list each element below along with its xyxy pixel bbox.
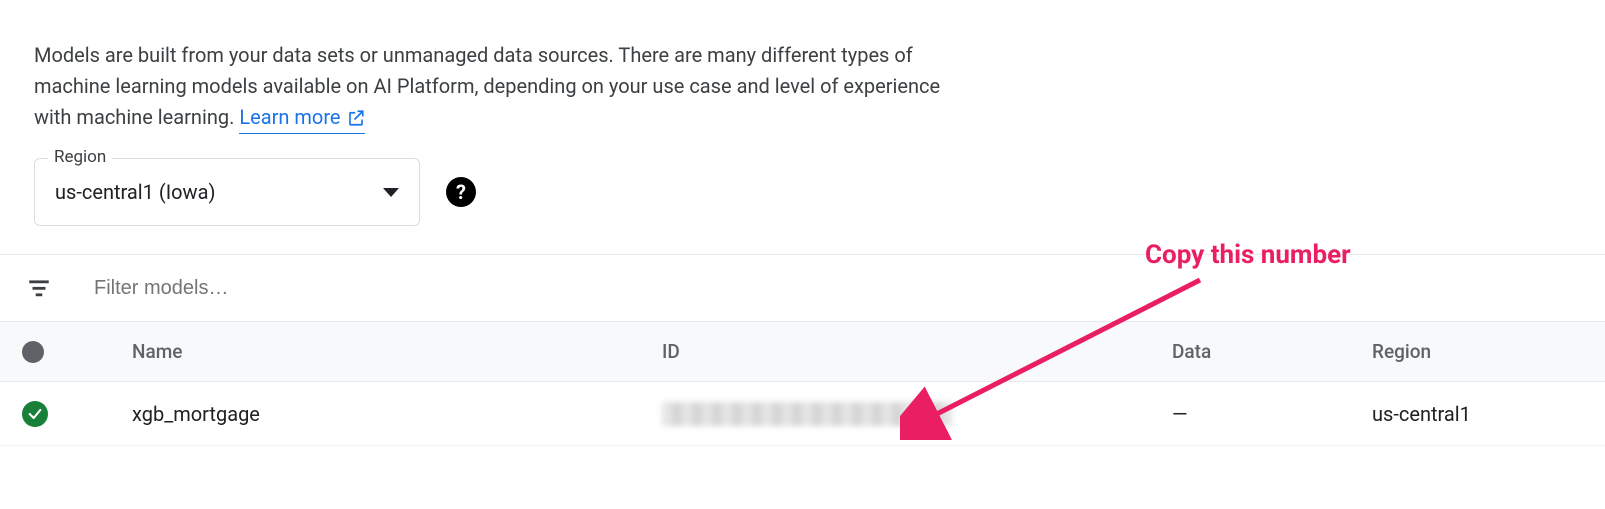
filter-input[interactable] [92,276,592,301]
column-region[interactable]: Region [1372,340,1579,363]
status-header [22,341,132,363]
table-header: Name ID Data Region [0,322,1605,382]
learn-more-label: Learn more [239,102,340,133]
learn-more-link[interactable]: Learn more [239,102,364,134]
region-label: Region [48,147,112,167]
table-row[interactable]: xgb_mortgage — us-central1 [0,382,1605,446]
model-region: us-central1 [1372,402,1579,426]
external-link-icon [347,109,365,127]
model-name[interactable]: xgb_mortgage [132,402,662,426]
intro-text: Models are built from your data sets or … [0,0,1000,158]
status-cell [22,401,132,427]
help-symbol: ? [456,180,466,204]
region-select[interactable]: us-central1 (Iowa) [34,158,420,226]
filter-icon[interactable] [26,275,52,301]
intro-body: Models are built from your data sets or … [34,43,940,129]
filter-bar [0,255,1605,322]
check-circle-icon [22,401,48,427]
redacted-id [662,402,952,426]
region-value: us-central1 (Iowa) [55,180,215,204]
column-data[interactable]: Data [1172,340,1372,363]
region-field: Region us-central1 (Iowa) [34,158,420,226]
help-icon[interactable]: ? [446,177,476,207]
model-id [662,402,1172,426]
model-data: — [1172,402,1372,426]
column-name[interactable]: Name [132,340,662,363]
status-dot-icon [22,341,44,363]
column-id[interactable]: ID [662,340,1172,363]
chevron-down-icon [383,188,399,197]
